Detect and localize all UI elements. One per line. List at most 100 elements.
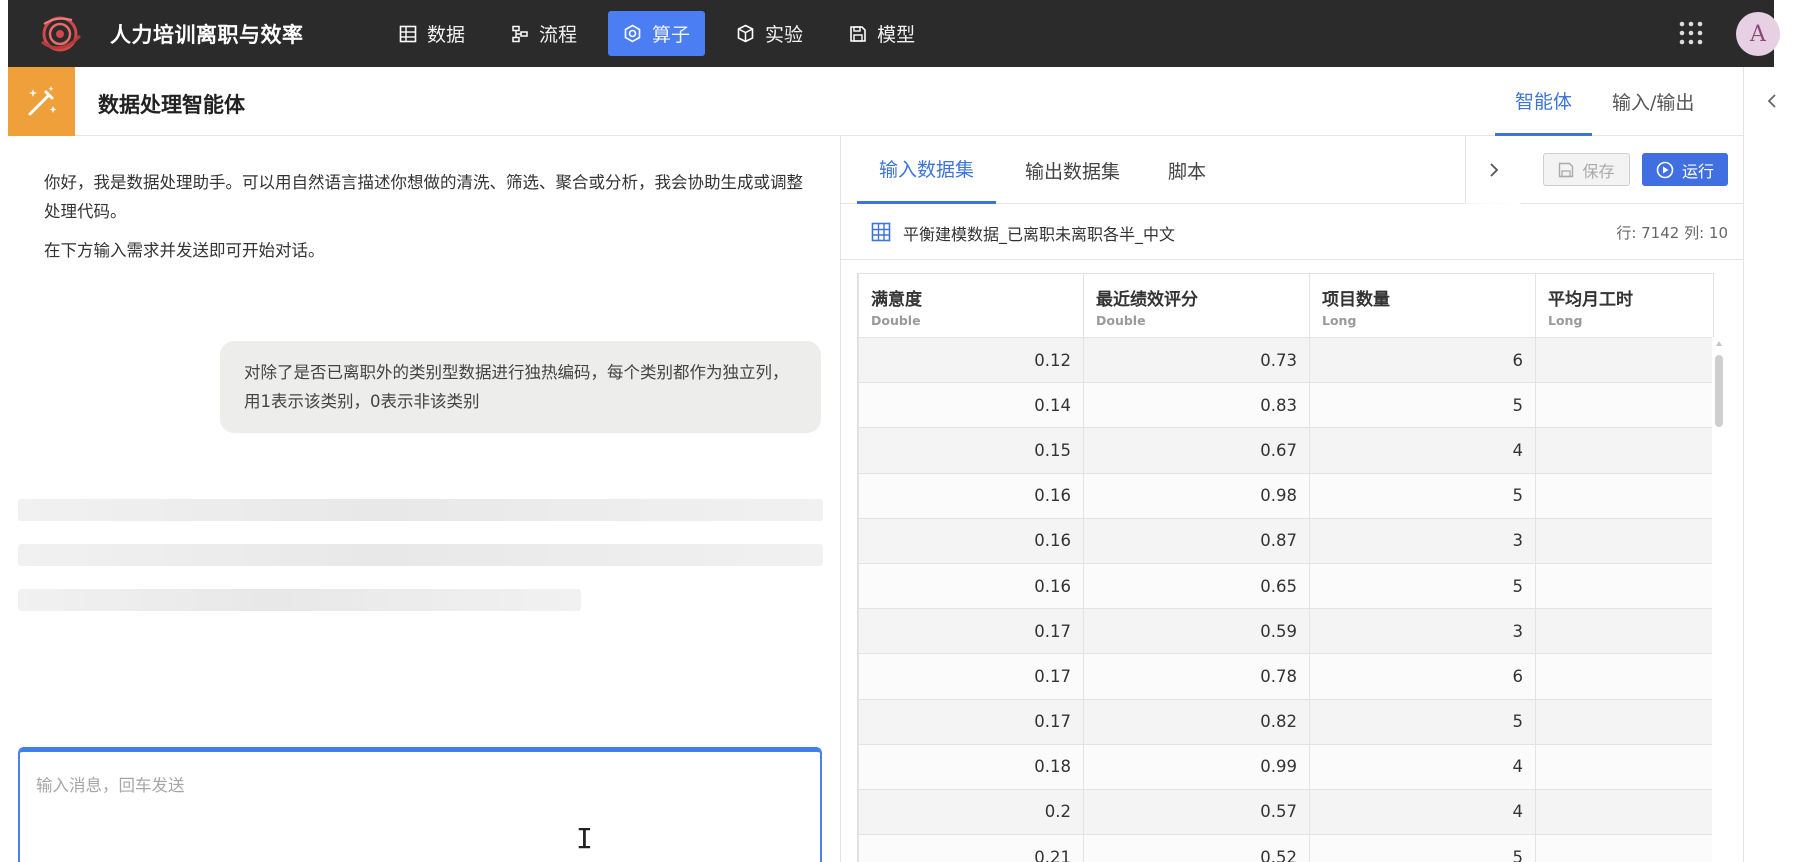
table-cell: 0.78 <box>1083 653 1310 700</box>
column-type: Double <box>1096 313 1146 328</box>
table-cell <box>1535 382 1714 429</box>
table-row[interactable]: 0.12 0.73 6 <box>858 336 1714 384</box>
table-cell: 0.18 <box>858 743 1084 790</box>
tab-input-output[interactable]: 输入/输出 <box>1592 67 1714 136</box>
nav-item-model[interactable]: 模型 <box>834 11 930 56</box>
table-row[interactable]: 0.17 0.78 6 <box>858 653 1714 700</box>
table-cell <box>1535 698 1714 745</box>
cube-icon <box>737 24 754 43</box>
nav-item-label: 算子 <box>652 24 691 46</box>
nav-item-operator[interactable]: 算子 <box>608 11 706 56</box>
table-cell <box>1535 472 1714 519</box>
run-button[interactable]: 运行 <box>1642 153 1728 186</box>
table-row[interactable]: 0.16 0.98 5 <box>858 472 1714 519</box>
user-avatar[interactable]: A <box>1736 12 1780 56</box>
side-collapse-strip <box>1743 67 1799 862</box>
run-button-label: 运行 <box>1681 161 1714 181</box>
agent-title: 数据处理智能体 <box>98 93 245 117</box>
column-type: Long <box>1548 313 1583 328</box>
table-row[interactable]: 0.17 0.82 5 <box>858 698 1714 745</box>
model-save-icon <box>850 25 866 42</box>
nav-item-flow[interactable]: 流程 <box>496 11 592 56</box>
table-cell: 0.14 <box>858 382 1084 429</box>
table-row[interactable]: 0.18 0.99 4 <box>858 743 1714 790</box>
nav-item-label: 数据 <box>427 24 466 46</box>
table-cell: 6 <box>1309 336 1536 384</box>
user-message-bubble: 对除了是否已离职外的类别型数据进行独热编码，每个类别都作为独立列，用1表示该类别… <box>220 341 821 433</box>
play-circle-icon <box>1656 161 1674 178</box>
flow-icon <box>512 25 528 42</box>
column-type: Long <box>1322 313 1357 328</box>
tab-agent[interactable]: 智能体 <box>1495 67 1593 136</box>
table-icon <box>399 25 417 42</box>
table-row[interactable]: 0.15 0.67 4 <box>858 427 1714 474</box>
chevron-left-icon[interactable] <box>1762 89 1782 113</box>
table-cell <box>1535 562 1714 610</box>
table-cell: 0.17 <box>858 698 1084 745</box>
data-panel: 输入数据集 输出数据集 脚本 保存 运行 平衡建模数据_已离职未离职各半_中文 … <box>840 136 1744 862</box>
save-button[interactable]: 保存 <box>1543 153 1630 186</box>
text-cursor-icon: I <box>576 822 593 855</box>
app-logo-icon[interactable] <box>36 12 84 56</box>
data-tabs: 输入数据集 输出数据集 脚本 保存 运行 <box>841 136 1744 204</box>
scroll-up-arrow-icon[interactable] <box>1716 341 1722 346</box>
table-cell: 0.65 <box>1083 562 1310 610</box>
tab-script[interactable]: 脚本 <box>1168 136 1206 204</box>
table-scrollbar[interactable] <box>1712 337 1726 862</box>
column-header[interactable]: 最近绩效评分 Double <box>1083 273 1310 338</box>
table-cell <box>1535 653 1714 700</box>
table-cell: 0.83 <box>1083 382 1310 429</box>
loading-skeleton-line <box>18 499 823 521</box>
table-row[interactable]: 0.16 0.65 5 <box>858 562 1714 610</box>
dataset-table-icon <box>871 222 891 246</box>
top-navbar: 人力培训离职与效率 数据 流程 算子 实验 模型 A <box>8 0 1780 67</box>
message-input[interactable] <box>36 772 736 812</box>
table-cell: 0.12 <box>858 336 1084 384</box>
table-cell: 4 <box>1309 427 1536 474</box>
scrollbar-thumb[interactable] <box>1715 355 1723 427</box>
tab-input-dataset[interactable]: 输入数据集 <box>857 136 997 204</box>
nav-item-label: 流程 <box>539 24 578 46</box>
table-cell <box>1535 834 1714 862</box>
column-header[interactable]: 项目数量 Long <box>1309 273 1536 338</box>
save-button-label: 保存 <box>1582 161 1615 181</box>
table-cell: 5 <box>1309 472 1536 519</box>
table-row[interactable]: 0.14 0.83 5 <box>858 382 1714 429</box>
table-row[interactable]: 0.17 0.59 3 <box>858 608 1714 655</box>
column-name: 平均月工时 <box>1548 290 1633 310</box>
dataset-info-row: 平衡建模数据_已离职未离职各半_中文 行: 7142 列: 10 <box>841 204 1744 260</box>
table-cell: 5 <box>1309 562 1536 610</box>
table-cell: 0.16 <box>858 562 1084 610</box>
table-cell: 5 <box>1309 382 1536 429</box>
nav-item-data[interactable]: 数据 <box>384 11 480 56</box>
column-header[interactable]: 平均月工时 Long <box>1535 273 1714 338</box>
table-cell: 0.73 <box>1083 336 1310 384</box>
table-cell: 0.98 <box>1083 472 1310 519</box>
table-body: 0.12 0.73 6 0.14 0.83 5 0.15 0.67 4 0.16 0.98 5 0.16… <box>858 336 1714 862</box>
table-cell <box>1535 336 1714 384</box>
column-header[interactable]: 满意度 Double <box>858 273 1084 338</box>
table-cell: 0.16 <box>858 472 1084 519</box>
tab-output-dataset[interactable]: 输出数据集 <box>1025 136 1120 204</box>
table-row[interactable]: 0.2 0.57 4 <box>858 788 1714 836</box>
table-cell: 5 <box>1309 698 1536 745</box>
table-header-row: 满意度 Double 最近绩效评分 Double 项目数量 Long 平均月工时 Lon… <box>858 273 1714 338</box>
table-cell: 0.99 <box>1083 743 1310 790</box>
table-row[interactable]: 0.16 0.87 3 <box>858 517 1714 564</box>
dataset-name: 平衡建模数据_已离职未离职各半_中文 <box>903 225 1176 244</box>
magic-wand-icon <box>8 67 75 136</box>
column-name: 项目数量 <box>1322 290 1390 310</box>
data-table: 满意度 Double 最近绩效评分 Double 项目数量 Long 平均月工时 Lon… <box>858 273 1714 862</box>
welcome-text: 你好，我是数据处理助手。可以用自然语言描述你想做的清洗、筛选、聚合或分析，我会协… <box>44 173 803 221</box>
save-icon <box>1559 162 1574 177</box>
chevron-right-icon[interactable] <box>1465 136 1521 204</box>
main-nav: 数据 流程 算子 实验 模型 <box>384 11 946 56</box>
nav-item-experiment[interactable]: 实验 <box>721 11 818 56</box>
apps-grid-icon[interactable] <box>1678 20 1704 46</box>
dataset-row-col-count: 行: 7142 列: 10 <box>1616 224 1728 242</box>
table-cell: 0.17 <box>858 608 1084 655</box>
table-cell: 0.21 <box>858 834 1084 862</box>
table-row[interactable]: 0.21 0.52 5 <box>858 834 1714 862</box>
table-cell: 0.52 <box>1083 834 1310 862</box>
table-cell: 0.17 <box>858 653 1084 700</box>
